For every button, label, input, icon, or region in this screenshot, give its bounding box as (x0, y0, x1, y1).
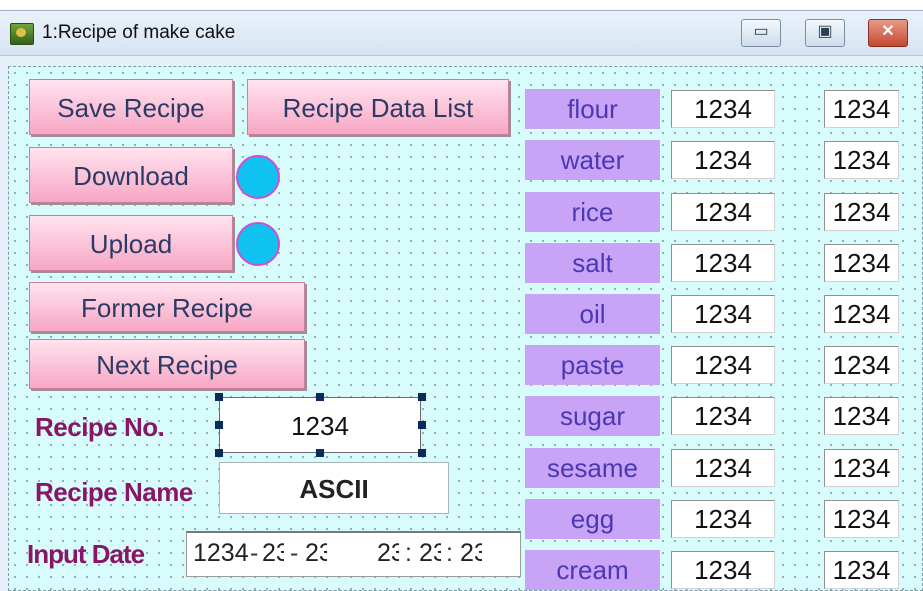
recipe-no-label: Recipe No. (35, 412, 165, 442)
ingredient-value-1[interactable]: 1234 (671, 449, 775, 487)
time-hour[interactable]: 23 (377, 539, 399, 568)
recipe-name-label: Recipe Name (35, 477, 193, 507)
selection-handle (215, 393, 223, 401)
time-separator: : (446, 539, 453, 567)
design-canvas: Save Recipe Recipe Data List Download Up… (8, 66, 923, 591)
ingredient-value-1[interactable]: 1234 (671, 244, 775, 282)
minimize-button[interactable]: ▭ (741, 19, 781, 47)
date-month[interactable]: 23 (262, 539, 284, 568)
recipe-name-field[interactable]: ASCII (219, 462, 449, 514)
selection-handle (418, 449, 426, 457)
selection-handle (418, 421, 426, 429)
ingredient-label: sugar (525, 396, 660, 436)
ingredient-value-1[interactable]: 1234 (671, 397, 775, 435)
save-recipe-button[interactable]: Save Recipe (29, 79, 233, 135)
title-bar: 1:Recipe of make cake ▭ ▣ ✕ (0, 11, 923, 56)
ingredient-value-2[interactable]: 1234 (824, 551, 899, 589)
ingredient-value-2[interactable]: 1234 (824, 295, 899, 333)
ingredient-label: water (525, 140, 660, 180)
restore-button[interactable]: ▣ (805, 19, 845, 47)
selection-handle (418, 393, 426, 401)
window-title: 1:Recipe of make cake (42, 22, 236, 43)
next-recipe-button[interactable]: Next Recipe (29, 339, 305, 389)
ingredient-value-1[interactable]: 1234 (671, 141, 775, 179)
ingredient-value-2[interactable]: 1234 (824, 397, 899, 435)
time-minute[interactable]: 23 (419, 539, 441, 568)
recipe-window: 1:Recipe of make cake ▭ ▣ ✕ Save Recipe … (0, 10, 923, 591)
app-icon (10, 23, 34, 45)
ingredient-value-2[interactable]: 1234 (824, 244, 899, 282)
date-separator: - (250, 539, 259, 567)
recipe-no-field[interactable]: 1234 (219, 397, 421, 453)
selection-handle (316, 449, 324, 457)
former-recipe-button[interactable]: Former Recipe (29, 282, 305, 332)
ingredient-value-2[interactable]: 1234 (824, 141, 899, 179)
download-button[interactable]: Download (29, 147, 233, 203)
selection-handle (316, 393, 324, 401)
ingredient-label: sesame (525, 448, 660, 488)
download-indicator (236, 155, 280, 199)
upload-button[interactable]: Upload (29, 215, 233, 271)
upload-indicator (236, 222, 280, 266)
ingredient-label: rice (525, 192, 660, 232)
time-separator: : (405, 539, 412, 567)
selection-handle (215, 449, 223, 457)
ingredient-value-1[interactable]: 1234 (671, 295, 775, 333)
ingredient-label: cream (525, 550, 660, 590)
selection-handle (215, 421, 223, 429)
ingredient-label: egg (525, 499, 660, 539)
ingredient-value-2[interactable]: 1234 (824, 193, 899, 231)
ingredient-value-2[interactable]: 1234 (824, 500, 899, 538)
input-date-field[interactable]: 1234 - 23 - 23 23 : 23 : 23 (186, 531, 521, 577)
ingredient-label: flour (525, 89, 660, 129)
ingredient-value-1[interactable]: 1234 (671, 193, 775, 231)
input-date-label: Input Date (27, 539, 145, 569)
ingredient-label: paste (525, 345, 660, 385)
close-button[interactable]: ✕ (868, 19, 908, 47)
date-separator: - (290, 539, 299, 567)
ingredient-value-1[interactable]: 1234 (671, 500, 775, 538)
recipe-data-list-button[interactable]: Recipe Data List (247, 79, 509, 135)
date-year[interactable]: 1234 (193, 539, 249, 568)
ingredient-label: salt (525, 243, 660, 283)
time-second[interactable]: 23 (460, 539, 482, 568)
date-day[interactable]: 23 (305, 539, 327, 568)
ingredient-value-1[interactable]: 1234 (671, 551, 775, 589)
ingredient-value-2[interactable]: 1234 (824, 346, 899, 384)
ingredient-value-1[interactable]: 1234 (671, 90, 775, 128)
ingredient-value-2[interactable]: 1234 (824, 90, 899, 128)
ingredient-label: oil (525, 294, 660, 334)
ingredient-value-2[interactable]: 1234 (824, 449, 899, 487)
ingredient-value-1[interactable]: 1234 (671, 346, 775, 384)
